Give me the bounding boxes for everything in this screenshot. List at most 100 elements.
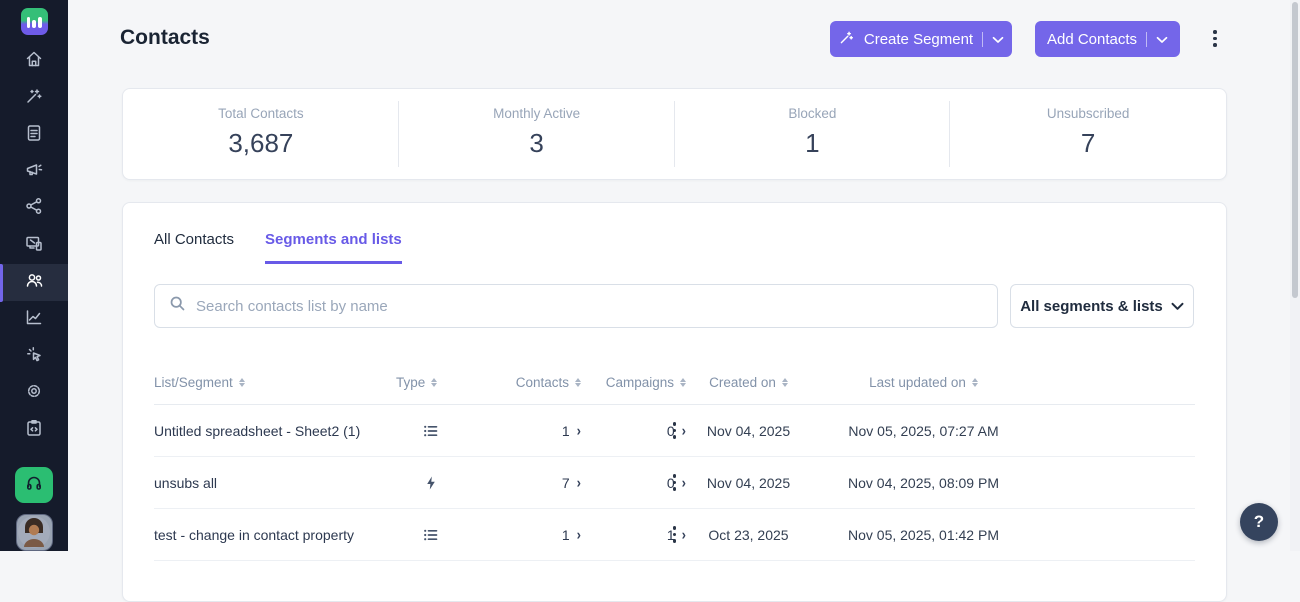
document-icon (24, 123, 44, 148)
moengage-logo-icon (20, 7, 48, 35)
sidebar-item-flows[interactable] (0, 191, 68, 228)
tab-segments-and-lists[interactable]: Segments and lists (265, 231, 402, 264)
sort-icon (971, 378, 978, 387)
sort-icon (238, 378, 245, 387)
page-title: Contacts (120, 26, 210, 49)
stat-value: 1 (805, 128, 820, 158)
chevron-right-icon: › (681, 421, 686, 440)
last-updated-date: Nov 05, 2025, 07:27 AM (848, 422, 999, 439)
segments-table: List/Segment Type Contacts Campaigns Cre… (154, 361, 1195, 561)
sidebar-item-templates[interactable] (0, 117, 68, 154)
help-button[interactable]: ? (1240, 503, 1278, 541)
home-icon (24, 49, 44, 74)
scrollbar-track (1290, 0, 1300, 551)
create-segment-button[interactable]: Create Segment (830, 21, 1012, 57)
chevron-right-icon: › (576, 525, 581, 544)
devices-icon (24, 233, 44, 258)
stat-value: 3 (529, 128, 544, 158)
app-logo[interactable] (20, 0, 48, 43)
chevron-down-icon (992, 31, 1004, 48)
list-icon (396, 422, 466, 440)
row-more-options-icon[interactable] (669, 470, 681, 495)
list-controls: All segments & lists (154, 284, 1194, 328)
segments-list-card: All Contacts Segments and lists All segm… (122, 202, 1227, 602)
column-header-type[interactable]: Type (396, 375, 466, 390)
sidebar-item-analytics[interactable] (0, 301, 68, 338)
row-more-options-icon[interactable] (669, 522, 681, 547)
chevron-right-icon: › (681, 473, 686, 492)
user-avatar[interactable] (15, 514, 53, 552)
filter-label: All segments & lists (1020, 297, 1163, 315)
more-options-icon[interactable] (1209, 26, 1221, 51)
button-divider (1146, 31, 1148, 47)
created-on-date: Nov 04, 2025 (706, 422, 791, 439)
sidebar-item-contacts[interactable] (0, 264, 68, 303)
list-icon (396, 526, 466, 544)
stat-value: 7 (1080, 128, 1096, 158)
search-input[interactable] (196, 297, 983, 315)
chevron-down-icon (1171, 298, 1184, 315)
main-content: Contacts Create Segment Add Contacts Tot… (68, 0, 1300, 602)
share-network-icon (24, 196, 44, 221)
contacts-count-link[interactable]: 1 › (466, 525, 581, 544)
sort-icon (431, 378, 438, 387)
chevron-right-icon: › (681, 525, 686, 544)
magic-wand-icon (838, 29, 855, 50)
table-header: List/Segment Type Contacts Campaigns Cre… (154, 361, 1195, 405)
stat-monthly-active: Monthly Active 3 (399, 89, 675, 179)
sidebar (0, 0, 68, 552)
sidebar-item-campaigns[interactable] (0, 154, 68, 191)
search-box (154, 284, 998, 328)
column-header-list-segment[interactable]: List/Segment (154, 375, 396, 390)
tab-all-contacts[interactable]: All Contacts (154, 231, 234, 264)
table-row[interactable]: unsubs all 7 › 0 › Nov 04, 2025 Nov 04, 20… (154, 457, 1195, 509)
chevron-down-icon (1156, 31, 1168, 48)
chevron-right-icon: › (576, 421, 581, 440)
stat-value: 3,687 (228, 128, 294, 158)
megaphone-icon (24, 160, 44, 185)
search-icon (169, 295, 186, 317)
sidebar-item-home[interactable] (0, 43, 68, 80)
sidebar-item-developer[interactable] (0, 412, 68, 449)
stat-blocked: Blocked 1 (675, 89, 951, 179)
created-on-date: Nov 04, 2025 (706, 474, 791, 491)
scrollbar-thumb[interactable] (1292, 2, 1298, 298)
contacts-count-link[interactable]: 1 › (466, 421, 581, 440)
segments-filter-dropdown[interactable]: All segments & lists (1010, 284, 1194, 328)
stat-label: Unsubscribed (1046, 106, 1130, 121)
stat-label: Monthly Active (493, 106, 581, 121)
create-segment-label: Create Segment (863, 30, 974, 48)
headphones-icon (24, 473, 44, 498)
stat-unsubscribed: Unsubscribed 7 (950, 89, 1226, 179)
last-updated-date: Nov 04, 2025, 08:09 PM (848, 474, 999, 491)
segment-name[interactable]: test - change in contact property (154, 527, 396, 543)
segment-name[interactable]: unsubs all (154, 475, 396, 491)
sidebar-item-settings[interactable] (0, 375, 68, 412)
column-header-contacts[interactable]: Contacts (466, 375, 581, 390)
table-row[interactable]: test - change in contact property 1 › 1 › … (154, 509, 1195, 561)
contacts-count-link[interactable]: 7 › (466, 474, 581, 491)
segment-name[interactable]: Untitled spreadsheet - Sheet2 (1) (154, 423, 396, 439)
column-header-last-updated-on[interactable]: Last updated on (811, 375, 1036, 390)
table-row[interactable]: Untitled spreadsheet - Sheet2 (1) 1 › 0 › … (154, 405, 1195, 457)
created-on-date: Oct 23, 2025 (708, 526, 789, 543)
stat-total-contacts: Total Contacts 3,687 (123, 89, 399, 179)
add-contacts-button[interactable]: Add Contacts (1035, 21, 1180, 57)
line-chart-icon (24, 307, 44, 332)
contacts-icon (24, 270, 45, 296)
add-contacts-label: Add Contacts (1046, 30, 1138, 48)
contact-stats-card: Total Contacts 3,687 Monthly Active 3 Bl… (122, 88, 1227, 180)
sidebar-item-click-tracking[interactable] (0, 338, 68, 375)
sidebar-item-onsite[interactable] (0, 227, 68, 264)
support-button[interactable] (15, 467, 53, 504)
column-header-campaigns[interactable]: Campaigns (581, 375, 686, 390)
stat-label: Total Contacts (218, 106, 304, 121)
column-header-created-on[interactable]: Created on (686, 375, 811, 390)
last-updated-date: Nov 05, 2025, 01:42 PM (848, 526, 999, 543)
tabs: All Contacts Segments and lists (123, 203, 1226, 264)
avatar-photo (17, 516, 50, 549)
sidebar-item-magic-wand[interactable] (0, 80, 68, 117)
row-more-options-icon[interactable] (669, 418, 681, 443)
stat-label: Blocked (788, 106, 837, 121)
cursor-click-icon (24, 344, 44, 369)
